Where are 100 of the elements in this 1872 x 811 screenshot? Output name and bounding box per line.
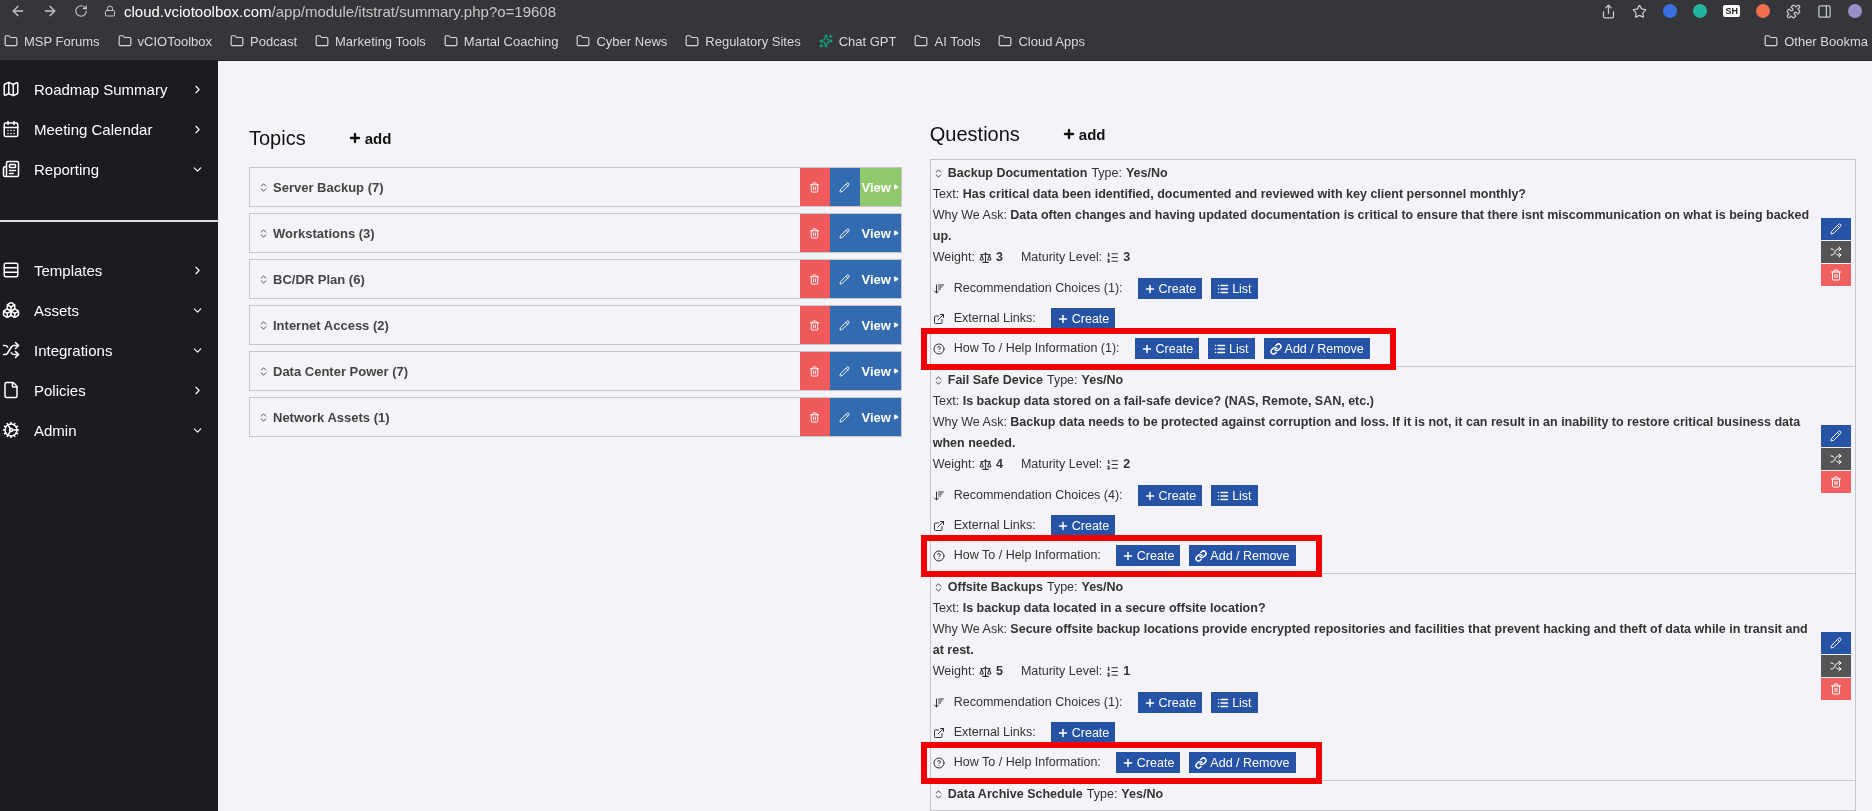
avatar-icon[interactable]	[1848, 4, 1862, 18]
address-field[interactable]: cloud.vciotoolbox.com/app/module/itstrat/summary.php?o=19608	[124, 2, 557, 20]
type-value: Yes/No	[1121, 786, 1164, 803]
create-button[interactable]: Create	[1050, 515, 1116, 536]
add-button[interactable]: add	[347, 129, 392, 147]
view-button[interactable]: View	[859, 398, 901, 436]
add-remove-button[interactable]: Add / Remove	[1189, 545, 1296, 566]
sidebar-item[interactable]: Admin	[0, 410, 218, 450]
weight-value: 5	[995, 663, 1003, 680]
topic-row[interactable]: BC/DR Plan (6) View	[249, 259, 902, 299]
pencil-icon	[1830, 430, 1842, 442]
edit-button[interactable]	[1821, 632, 1851, 654]
bookmark-item[interactable]: Martal Coaching	[443, 33, 559, 49]
create-button[interactable]: Create	[1137, 278, 1203, 299]
delete-button[interactable]	[799, 214, 830, 252]
delete-button[interactable]	[799, 168, 830, 206]
sidebar-item[interactable]: Integrations	[0, 330, 218, 370]
folder-icon	[315, 34, 329, 48]
sidebar-item[interactable]: Templates	[0, 250, 218, 290]
view-button[interactable]: View	[859, 214, 901, 252]
shuffle-button[interactable]	[1821, 448, 1851, 470]
list-button[interactable]: List	[1211, 485, 1258, 506]
bookmark-item[interactable]: Cyber News	[576, 33, 668, 49]
bookmark-item[interactable]: Regulatory Sites	[685, 33, 801, 49]
external-link-icon	[932, 726, 945, 739]
list-button[interactable]: List	[1211, 278, 1258, 299]
reload-icon[interactable]	[74, 4, 88, 18]
topic-row[interactable]: Server Backup (7) View	[249, 167, 902, 207]
edit-button[interactable]	[1821, 218, 1851, 240]
bookmark-item[interactable]: MSP Forums	[4, 33, 100, 49]
delete-button[interactable]	[1821, 678, 1851, 700]
extension-icon[interactable]	[1663, 4, 1678, 18]
forward-icon[interactable]	[42, 3, 58, 19]
create-button[interactable]: Create	[1115, 545, 1181, 566]
back-icon[interactable]	[10, 3, 26, 19]
row-label: How To / Help Information:	[953, 547, 1101, 564]
topic-row[interactable]: Workstations (3) View	[249, 213, 902, 253]
add-remove-button[interactable]: Add / Remove	[1263, 338, 1370, 359]
bookmark-item[interactable]: Marketing Tools	[315, 33, 426, 49]
plus-icon	[1121, 549, 1134, 562]
gears-icon	[2, 421, 20, 439]
bookmark-star-icon[interactable]	[1632, 3, 1648, 19]
share-icon[interactable]	[1601, 3, 1617, 19]
create-button[interactable]: Create	[1115, 752, 1181, 773]
bookmark-item[interactable]: Cloud Apps	[998, 33, 1085, 49]
list-button[interactable]: List	[1208, 338, 1255, 359]
delete-button[interactable]	[799, 398, 830, 436]
list-icon	[1214, 342, 1227, 355]
shuffle-button[interactable]	[1821, 655, 1851, 677]
row-label: How To / Help Information (1):	[953, 340, 1120, 357]
create-button[interactable]: Create	[1137, 485, 1203, 506]
caret-icon	[892, 184, 899, 190]
plus-icon	[1143, 696, 1156, 709]
sidebar-item[interactable]: Policies	[0, 370, 218, 410]
sidebar-item[interactable]: Roadmap Summary	[0, 69, 218, 109]
delete-button[interactable]	[799, 260, 830, 298]
bookmark-item[interactable]: vCIOToolbox	[117, 33, 213, 49]
caret-icon	[892, 322, 899, 328]
topic-label: Network Assets (1)	[273, 409, 390, 425]
create-button[interactable]: Create	[1050, 722, 1116, 743]
bookmark-item[interactable]: Other Bookma	[1764, 33, 1868, 49]
trash-icon	[809, 227, 821, 239]
sidebar-item[interactable]: Reporting	[0, 149, 218, 189]
topic-row[interactable]: Data Center Power (7) View	[249, 351, 902, 391]
bookmark-item[interactable]: Podcast	[230, 33, 297, 49]
topic-row[interactable]: Internet Access (2) View	[249, 305, 902, 345]
delete-button[interactable]	[799, 352, 830, 390]
plus-icon	[1056, 312, 1069, 325]
plus-icon	[1143, 489, 1156, 502]
list-button[interactable]: List	[1211, 692, 1258, 713]
folder-icon	[1764, 34, 1779, 48]
view-button[interactable]: View	[859, 260, 901, 298]
sidebar-item[interactable]: Assets	[0, 290, 218, 330]
view-button[interactable]: View	[859, 352, 901, 390]
extension-icon[interactable]	[1756, 4, 1770, 18]
bookmark-item[interactable]: AI Tools	[914, 33, 981, 49]
bookmark-item[interactable]: Chat GPT	[818, 33, 897, 49]
side-panel-icon[interactable]	[1817, 3, 1832, 19]
pencil-icon	[839, 273, 851, 285]
add-remove-button[interactable]: Add / Remove	[1189, 752, 1296, 773]
shuffle-button[interactable]	[1821, 241, 1851, 263]
view-button[interactable]: View	[859, 306, 901, 344]
sort-icon	[932, 282, 945, 295]
sort-handle-icon	[258, 181, 269, 193]
delete-button[interactable]	[799, 306, 830, 344]
row-label: External Links:	[953, 310, 1036, 327]
create-button[interactable]: Create	[1050, 308, 1116, 329]
extensions-icon[interactable]	[1786, 3, 1801, 19]
trash-icon	[809, 273, 821, 285]
extension-badge[interactable]: SH	[1723, 5, 1740, 17]
sidebar-item[interactable]: Meeting Calendar	[0, 109, 218, 149]
delete-button[interactable]	[1821, 264, 1851, 286]
maturity-value: 3	[1123, 249, 1131, 266]
create-button[interactable]: Create	[1134, 338, 1200, 359]
delete-button[interactable]	[1821, 471, 1851, 493]
create-button[interactable]: Create	[1137, 692, 1203, 713]
extension-icon[interactable]	[1693, 4, 1708, 18]
edit-button[interactable]	[1821, 425, 1851, 447]
add-button[interactable]: add	[1061, 125, 1106, 143]
topic-row[interactable]: Network Assets (1) View	[249, 397, 902, 437]
